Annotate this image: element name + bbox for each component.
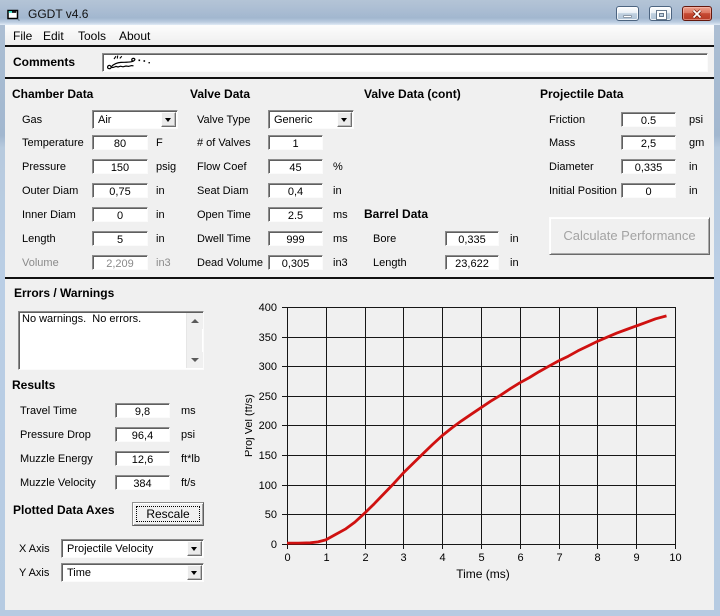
svg-text:Proj Vel (ft/s): Proj Vel (ft/s) xyxy=(245,394,255,457)
svg-text:1: 1 xyxy=(323,552,329,564)
svg-text:50: 50 xyxy=(265,509,277,521)
svg-text:2: 2 xyxy=(362,552,368,564)
svg-text:8: 8 xyxy=(594,552,600,564)
svg-text:150: 150 xyxy=(259,450,277,462)
svg-text:100: 100 xyxy=(259,480,277,492)
svg-text:350: 350 xyxy=(259,332,277,344)
svg-text:200: 200 xyxy=(259,420,277,432)
svg-text:6: 6 xyxy=(517,552,523,564)
svg-text:9: 9 xyxy=(633,552,639,564)
svg-text:400: 400 xyxy=(259,302,277,314)
svg-text:300: 300 xyxy=(259,361,277,373)
svg-text:5: 5 xyxy=(478,552,484,564)
svg-text:3: 3 xyxy=(400,552,406,564)
svg-text:4: 4 xyxy=(439,552,445,564)
svg-text:Time (ms): Time (ms) xyxy=(456,567,510,581)
svg-text:0: 0 xyxy=(284,552,290,564)
svg-text:7: 7 xyxy=(556,552,562,564)
svg-text:0: 0 xyxy=(271,539,277,551)
svg-text:10: 10 xyxy=(669,552,681,564)
svg-text:250: 250 xyxy=(259,391,277,403)
